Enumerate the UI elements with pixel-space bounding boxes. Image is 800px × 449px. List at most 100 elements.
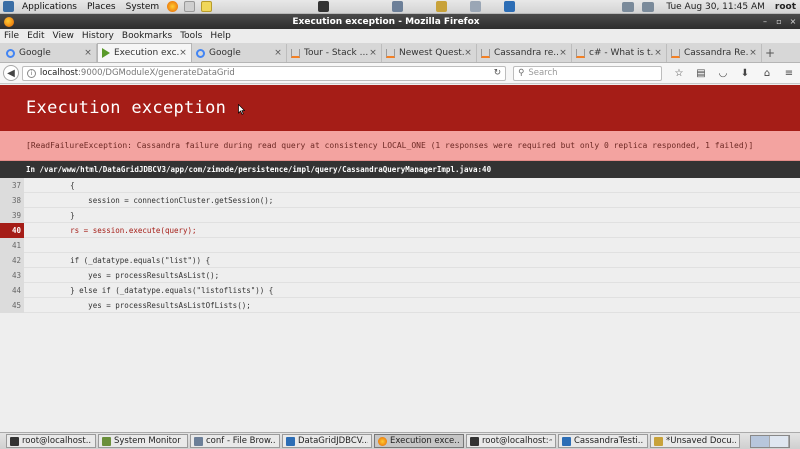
back-button[interactable]: ◀ xyxy=(3,65,19,81)
taskbar-terminal-1[interactable]: root@localhost... xyxy=(6,434,96,448)
search-placeholder: Search xyxy=(528,68,558,78)
window-titlebar[interactable]: Execution exception - Mozilla Firefox – … xyxy=(0,14,800,29)
taskbar-label: *Unsaved Docu... xyxy=(666,436,736,446)
menu-view[interactable]: View xyxy=(49,31,78,41)
applications-menu[interactable]: Applications xyxy=(17,2,82,12)
close-icon[interactable]: × xyxy=(369,48,377,58)
code-line: 41 xyxy=(0,237,800,253)
files-launcher-icon[interactable] xyxy=(392,1,404,12)
bookmark-star-icon[interactable]: ☆ xyxy=(668,68,690,79)
url-bar[interactable]: i localhost:9000/DGModuleX/generateDataG… xyxy=(21,65,507,81)
terminal-icon xyxy=(470,436,479,446)
code-line: 45 yes = processResultsAsListOfLists(); xyxy=(0,297,800,313)
maximize-button[interactable]: ▫ xyxy=(772,17,786,26)
top-panel: Applications Places System Tue Aug 30, 1… xyxy=(0,0,800,14)
firefox-icon xyxy=(378,436,387,446)
close-icon[interactable]: × xyxy=(464,48,472,58)
url-host: localhost xyxy=(39,68,79,78)
menu-history[interactable]: History xyxy=(78,31,118,41)
google-icon xyxy=(6,48,15,58)
minimize-button[interactable]: – xyxy=(758,17,772,26)
tab-google-1[interactable]: Google × xyxy=(2,44,97,62)
info-icon[interactable]: i xyxy=(26,68,36,78)
taskbar-firefox[interactable]: Execution exce... xyxy=(374,434,464,448)
tab-cassandra-re-1[interactable]: Cassandra re... × xyxy=(477,44,572,62)
menu-bar: File Edit View History Bookmarks Tools H… xyxy=(0,29,800,43)
tab-newest-questions[interactable]: Newest Quest... × xyxy=(382,44,477,62)
menu-file[interactable]: File xyxy=(0,31,23,41)
new-tab-button[interactable]: + xyxy=(762,44,778,62)
close-icon[interactable]: × xyxy=(274,48,282,58)
stackoverflow-icon xyxy=(481,48,490,58)
taskbar-cassandra-ide[interactable]: CassandraTesti... xyxy=(558,434,648,448)
editor-launcher-icon[interactable] xyxy=(436,1,448,12)
close-icon[interactable]: × xyxy=(749,48,757,58)
code-text: yes = processResultsAsList(); xyxy=(34,270,220,280)
workspace-switcher[interactable] xyxy=(750,434,790,448)
pocket-icon[interactable]: ◡ xyxy=(712,68,734,79)
code-text: yes = processResultsAsListOfLists(); xyxy=(34,300,251,310)
taskbar-terminal-2[interactable]: root@localhost:~ xyxy=(466,434,556,448)
tab-label: Execution exc... xyxy=(114,48,179,58)
code-line-error: 40 rs = session.execute(query); xyxy=(0,222,800,238)
clock[interactable]: Tue Aug 30, 11:45 AM xyxy=(658,2,773,12)
terminal-launcher-icon[interactable] xyxy=(318,1,330,12)
home-icon[interactable]: ⌂ xyxy=(756,68,778,79)
line-number: 44 xyxy=(0,282,24,298)
code-text: } else if (_datatype.equals("listoflists… xyxy=(34,285,274,295)
ide-launcher-icon[interactable] xyxy=(504,1,516,12)
code-text: session = connectionCluster.getSession()… xyxy=(34,195,274,205)
line-number: 39 xyxy=(0,207,24,223)
hamburger-menu-icon[interactable]: ≡ xyxy=(778,68,800,79)
close-icon[interactable]: × xyxy=(654,48,662,58)
error-header: Execution exception xyxy=(0,85,800,131)
close-window-button[interactable]: × xyxy=(786,17,800,26)
taskbar-datagrid-ide[interactable]: DataGridJDBCV... xyxy=(282,434,372,448)
tab-tour-stack[interactable]: Tour - Stack ... × xyxy=(287,44,382,62)
url-path: :9000/DGModuleX/generateDataGrid xyxy=(78,68,235,78)
gnome-foot-icon[interactable] xyxy=(3,1,14,12)
tab-execution-exception[interactable]: Execution exc... × xyxy=(97,43,192,62)
places-menu[interactable]: Places xyxy=(82,2,121,12)
code-text: } xyxy=(34,210,75,220)
taskbar-file-browser[interactable]: conf - File Brow... xyxy=(190,434,280,448)
line-number: 42 xyxy=(0,252,24,268)
tab-google-2[interactable]: Google × xyxy=(192,44,287,62)
stackoverflow-icon xyxy=(291,48,300,58)
tab-cassandra-re-2[interactable]: Cassandra Re... × xyxy=(667,44,762,62)
volume-icon[interactable] xyxy=(622,1,635,12)
tab-label: Cassandra re... xyxy=(494,48,559,58)
source-file-path: In /var/www/html/DataGridJDBCV3/app/com/… xyxy=(0,161,800,178)
search-input[interactable]: ⚲ Search xyxy=(513,65,662,81)
close-icon[interactable]: × xyxy=(84,48,92,58)
workspace-1[interactable] xyxy=(751,435,770,447)
taskbar-unsaved-document[interactable]: *Unsaved Docu... xyxy=(650,434,740,448)
page-title: Execution exception xyxy=(26,98,227,118)
downloads-icon[interactable]: ⬇ xyxy=(734,68,756,79)
tab-csharp-what-is[interactable]: c# - What is t... × xyxy=(572,44,667,62)
notes-launcher-icon[interactable] xyxy=(201,1,213,12)
screenshot-launcher-icon[interactable] xyxy=(470,1,482,12)
menu-tools[interactable]: Tools xyxy=(176,31,206,41)
network-icon[interactable] xyxy=(642,1,655,12)
menu-help[interactable]: Help xyxy=(206,31,235,41)
reload-icon[interactable]: ↻ xyxy=(494,68,502,78)
code-listing: 37 { 38 session = connectionCluster.getS… xyxy=(0,177,800,313)
system-menu[interactable]: System xyxy=(121,2,165,12)
close-icon[interactable]: × xyxy=(179,48,187,58)
line-number: 37 xyxy=(0,177,24,193)
reading-list-icon[interactable]: ▤ xyxy=(690,68,712,79)
menu-bookmarks[interactable]: Bookmarks xyxy=(118,31,176,41)
mail-launcher-icon[interactable] xyxy=(184,1,196,12)
firefox-launcher-icon[interactable] xyxy=(167,1,179,12)
code-line: 37 { xyxy=(0,177,800,193)
code-line: 44 } else if (_datatype.equals("listofli… xyxy=(0,282,800,298)
monitor-icon xyxy=(102,436,111,446)
menu-edit[interactable]: Edit xyxy=(23,31,48,41)
line-number: 40 xyxy=(0,222,24,238)
user-menu[interactable]: root xyxy=(773,2,800,12)
workspace-2[interactable] xyxy=(770,435,789,447)
close-icon[interactable]: × xyxy=(559,48,567,58)
terminal-icon xyxy=(10,436,19,446)
taskbar-system-monitor[interactable]: System Monitor xyxy=(98,434,188,448)
